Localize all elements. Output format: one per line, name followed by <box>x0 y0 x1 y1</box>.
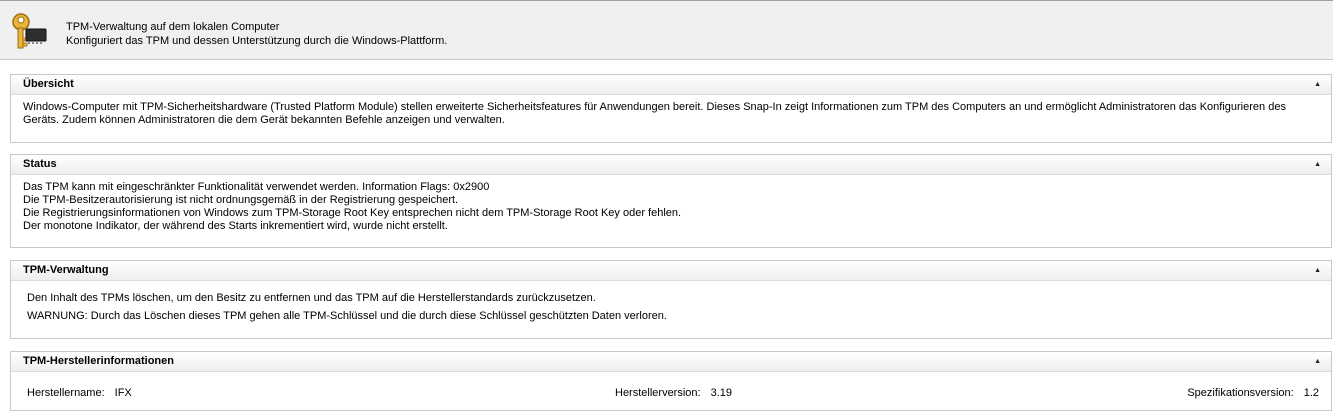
manufacturer-panel-header[interactable]: TPM-Herstellerinformationen ▲ <box>11 352 1331 372</box>
collapse-icon[interactable]: ▲ <box>1314 75 1321 94</box>
spec-version-value: 1.2 <box>1303 387 1319 399</box>
manufacturer-name-value: IFX <box>114 387 132 399</box>
status-title: Status <box>23 158 57 170</box>
management-title: TPM-Verwaltung <box>23 264 109 276</box>
management-body: Den Inhalt des TPMs löschen, um den Besi… <box>11 281 1331 333</box>
manufacturer-name-info: Herstellername: IFX <box>27 387 132 400</box>
manufacturer-version-info: Herstellerversion: 3.19 <box>615 387 732 400</box>
overview-panel-header[interactable]: Übersicht ▲ <box>11 75 1331 95</box>
status-line: Das TPM kann mit eingeschränkter Funktio… <box>23 181 490 193</box>
header-banner: TPM-Verwaltung auf dem lokalen Computer … <box>0 0 1333 60</box>
collapse-icon[interactable]: ▲ <box>1314 261 1321 280</box>
manufacturer-panel: TPM-Herstellerinformationen ▲ Hersteller… <box>10 351 1332 411</box>
header-subtitle: Konfiguriert das TPM und dessen Unterstü… <box>66 35 448 47</box>
manufacturer-body: Herstellername: IFX Herstellerversion: 3.1… <box>11 372 1331 402</box>
clear-tpm-warning: WARNUNG: Durch das Löschen dieses TPM ge… <box>27 310 667 322</box>
manufacturer-title: TPM-Herstellerinformationen <box>23 355 174 367</box>
key-chip-icon <box>12 13 47 49</box>
spec-version-label: Spezifikationsversion: <box>1187 387 1294 399</box>
status-line: Die TPM-Besitzerautorisierung ist nicht … <box>23 194 459 206</box>
status-line: Die Registrierungsinformationen von Wind… <box>23 207 682 219</box>
status-line: Der monotone Indikator, der während des … <box>23 220 448 232</box>
manufacturer-version-value: 3.19 <box>710 387 733 399</box>
overview-title: Übersicht <box>23 78 74 90</box>
status-panel: Status ▲ Das TPM kann mit eingeschränkte… <box>10 154 1332 248</box>
status-panel-header[interactable]: Status ▲ <box>11 155 1331 175</box>
overview-text: Windows-Computer mit TPM-Sicherheitshard… <box>23 101 1286 126</box>
manufacturer-version-label: Herstellerversion: <box>615 387 701 399</box>
collapse-icon[interactable]: ▲ <box>1314 155 1321 174</box>
header-title: TPM-Verwaltung auf dem lokalen Computer <box>66 21 280 33</box>
overview-panel: Übersicht ▲ Windows-Computer mit TPM-Sic… <box>10 74 1332 143</box>
management-panel-header[interactable]: TPM-Verwaltung ▲ <box>11 261 1331 281</box>
collapse-icon[interactable]: ▲ <box>1314 352 1321 371</box>
manufacturer-name-label: Herstellername: <box>27 387 105 399</box>
management-panel: TPM-Verwaltung ▲ Den Inhalt des TPMs lös… <box>10 260 1332 339</box>
clear-tpm-text: Den Inhalt des TPMs löschen, um den Besi… <box>27 292 596 304</box>
spec-version-info: Spezifikationsversion: 1.2 <box>1187 387 1319 400</box>
status-body: Das TPM kann mit eingeschränkter Funktio… <box>11 175 1331 239</box>
